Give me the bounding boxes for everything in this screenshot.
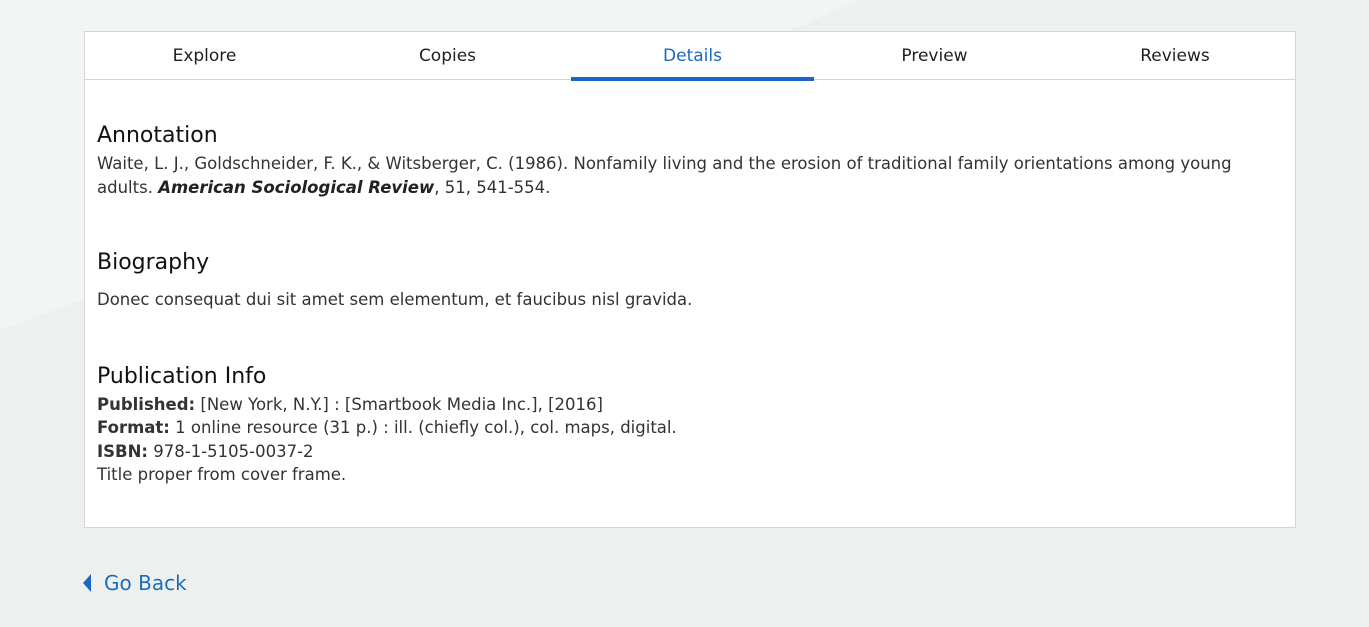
publication-info: Published: [New York, N.Y.] : [Smartbook… <box>97 393 1283 487</box>
biography-heading: Biography <box>97 250 210 275</box>
annotation-heading: Annotation <box>97 123 218 148</box>
format-row: Format: 1 online resource (31 p.) : ill.… <box>97 416 1283 440</box>
format-value: 1 online resource (31 p.) : ill. (chiefl… <box>169 418 677 437</box>
annotation-text: Waite, L. J., Goldschneider, F. K., & Wi… <box>97 152 1283 199</box>
go-back-link[interactable]: Go Back <box>82 571 187 595</box>
annotation-citation-end: , 51, 541-554. <box>434 177 551 197</box>
tab-copies[interactable]: Copies <box>324 32 571 80</box>
isbn-value: 978-1-5105-0037-2 <box>148 441 314 461</box>
annotation-journal: American Sociological Review <box>158 177 435 197</box>
tab-preview[interactable]: Preview <box>814 32 1055 80</box>
isbn-row: ISBN: 978-1-5105-0037-2 <box>97 440 1283 464</box>
biography-text: Donec consequat dui sit amet sem element… <box>97 290 693 309</box>
publication-heading: Publication Info <box>97 363 267 389</box>
published-row: Published: [New York, N.Y.] : [Smartbook… <box>97 393 1283 417</box>
published-value: [New York, N.Y.] : [Smartbook Media Inc.… <box>195 394 603 414</box>
go-back-label: Go Back <box>104 571 187 595</box>
publication-note: Title proper from cover frame. <box>97 465 347 484</box>
details-content: Annotation Waite, L. J., Goldschneider, … <box>85 123 1295 487</box>
details-panel: Explore Copies Details Preview Reviews A… <box>84 31 1296 528</box>
tab-reviews[interactable]: Reviews <box>1055 32 1295 80</box>
tab-details[interactable]: Details <box>571 32 814 81</box>
isbn-label: ISBN: <box>97 441 149 461</box>
format-label: Format: <box>97 418 170 437</box>
tab-explore[interactable]: Explore <box>85 32 324 80</box>
caret-left-icon <box>83 574 91 592</box>
tab-bar: Explore Copies Details Preview Reviews <box>85 32 1295 81</box>
published-label: Published: <box>97 394 196 414</box>
